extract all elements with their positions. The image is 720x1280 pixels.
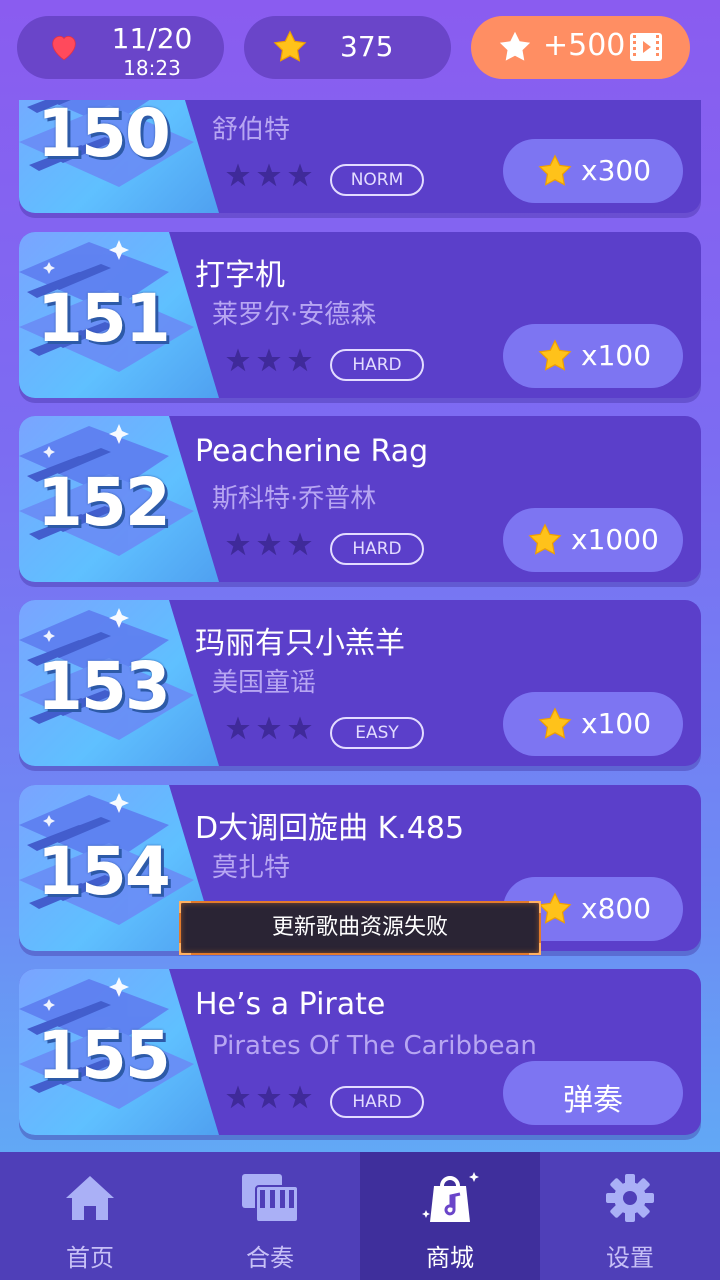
song-number: 152 (37, 464, 171, 541)
difficulty-stars (226, 163, 312, 187)
nav-label: 商城 (426, 1244, 474, 1272)
song-artist: 舒伯特 (212, 115, 291, 145)
nav-item-ensemble[interactable]: 合奏 (180, 1152, 360, 1280)
song-card[interactable]: 150 舒伯特 NORM x300 (19, 100, 701, 213)
piano-icon (242, 1174, 299, 1223)
star-icon (527, 522, 563, 558)
song-list[interactable]: 150 舒伯特 NORM x300 151 打字机 莱罗尔·安德森 HARD x… (0, 100, 720, 1150)
song-thumbnail: 150 (19, 100, 219, 213)
difficulty-badge: HARD (330, 1086, 424, 1118)
toast-message: 更新歌曲资源失败 (271, 915, 448, 940)
star-icon (537, 153, 573, 189)
nav-item-shop[interactable]: 商城 (360, 1152, 540, 1280)
difficulty-badge: NORM (330, 164, 424, 196)
song-title: Peacherine Rag (195, 434, 429, 469)
watch-video-reward-button[interactable]: +500 (471, 16, 690, 79)
lives-pill[interactable]: 11/20 18:23 (17, 16, 224, 80)
song-card[interactable]: 151 打字机 莱罗尔·安德森 HARD x100 (19, 232, 701, 398)
song-artist: 美国童谣 (212, 668, 317, 698)
difficulty-badge: HARD (330, 533, 424, 565)
star-icon (537, 891, 573, 927)
star-icon (537, 338, 573, 374)
gear-icon (606, 1174, 654, 1222)
nav-label: 设置 (606, 1244, 654, 1272)
song-number: 155 (37, 1017, 171, 1094)
song-title: 玛丽有只小羔羊 (195, 626, 405, 661)
song-number: 150 (37, 100, 171, 172)
song-artist: 莫扎特 (212, 853, 291, 883)
difficulty-stars (226, 348, 312, 372)
star-balance: 375 (340, 30, 394, 63)
difficulty-stars (226, 1085, 312, 1109)
shop-bag-icon (422, 1172, 479, 1222)
song-artist: 斯科特·乔普林 (212, 484, 377, 514)
song-thumbnail: 155 (19, 969, 219, 1135)
star-icon (272, 29, 308, 65)
lives-timer: 18:23 (123, 56, 181, 80)
lives-count: 11/20 (111, 22, 193, 55)
nav-item-settings[interactable]: 设置 (540, 1152, 720, 1280)
song-card[interactable]: 152 Peacherine Rag 斯科特·乔普林 HARD x1000 (19, 416, 701, 582)
song-card[interactable]: 153 玛丽有只小羔羊 美国童谣 EASY x100 (19, 600, 701, 766)
price-label: x100 (581, 339, 652, 372)
song-number: 151 (37, 280, 171, 357)
unlock-price-button[interactable]: x1000 (503, 508, 683, 572)
unlock-price-button[interactable]: x100 (503, 692, 683, 756)
song-title: 打字机 (195, 258, 285, 293)
error-toast: 更新歌曲资源失败 (179, 901, 541, 955)
toast-corner (529, 901, 541, 913)
song-artist: 莱罗尔·安德森 (212, 300, 377, 330)
nav-item-home[interactable]: 首页 (0, 1152, 180, 1280)
song-card[interactable]: 155 He’s a Pirate Pirates Of The Caribbe… (19, 969, 701, 1135)
price-label: x1000 (571, 523, 659, 556)
top-status-bar: 11/20 18:23 375 +500 (0, 0, 720, 100)
difficulty-badge: EASY (330, 717, 424, 749)
unlock-price-button[interactable]: x300 (503, 139, 683, 203)
star-balance-pill[interactable]: 375 (244, 16, 451, 79)
bottom-nav: 首页 合奏 商城 设置 (0, 1152, 720, 1280)
star-icon (537, 706, 573, 742)
song-artist: Pirates Of The Caribbean (212, 1031, 537, 1061)
difficulty-stars (226, 716, 312, 740)
reward-label: +500 (543, 28, 626, 63)
nav-label: 首页 (66, 1244, 114, 1272)
home-icon (66, 1176, 114, 1220)
toast-corner (179, 943, 191, 955)
unlock-price-button[interactable]: x100 (503, 324, 683, 388)
toast-corner (179, 901, 191, 913)
price-label: x300 (581, 154, 652, 187)
song-thumbnail: 151 (19, 232, 219, 398)
song-number: 153 (37, 648, 171, 725)
difficulty-badge: HARD (330, 349, 424, 381)
price-label: x100 (581, 707, 652, 740)
difficulty-stars (226, 532, 312, 556)
toast-corner (529, 943, 541, 955)
song-number: 154 (37, 833, 171, 910)
video-icon (630, 33, 662, 61)
heart-icon (52, 35, 76, 61)
song-title: He’s a Pirate (195, 987, 386, 1022)
song-thumbnail: 152 (19, 416, 219, 582)
price-label: x800 (581, 892, 652, 925)
song-thumbnail: 153 (19, 600, 219, 766)
nav-label: 合奏 (246, 1244, 294, 1272)
song-title: D大调回旋曲 K.485 (195, 811, 465, 846)
play-button[interactable]: 弹奏 (503, 1061, 683, 1125)
star-icon (497, 29, 533, 65)
play-label: 弹奏 (563, 1083, 623, 1118)
